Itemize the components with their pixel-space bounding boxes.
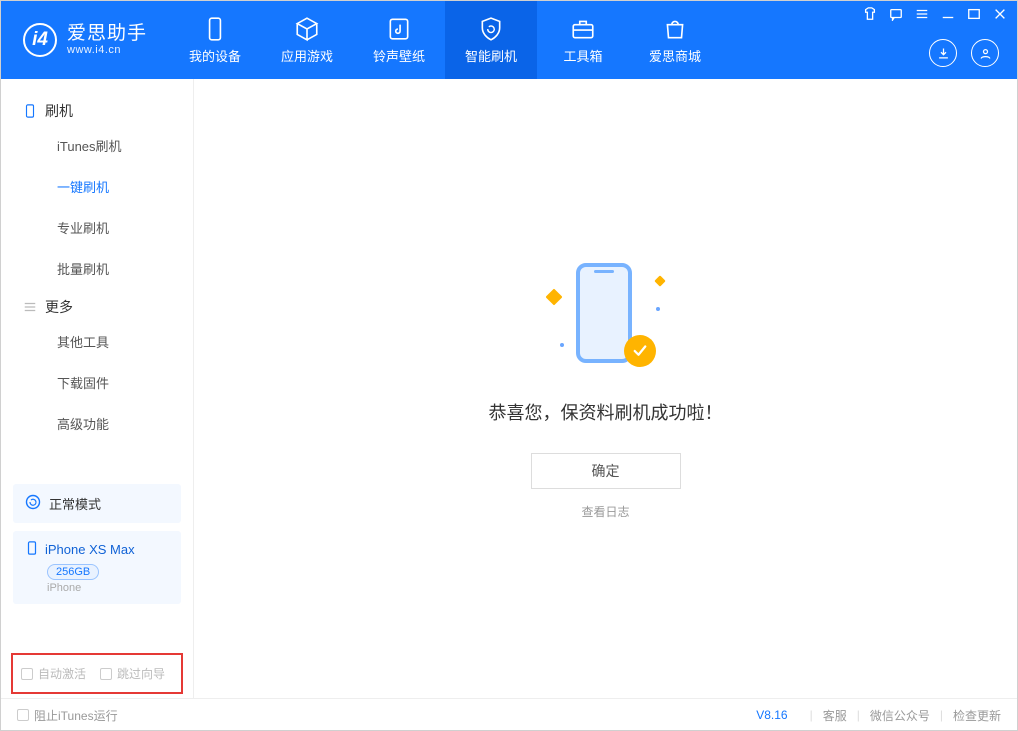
shield-refresh-icon (478, 16, 504, 42)
app-header: i4 爱思助手 www.i4.cn 我的设备 应用游戏 铃声壁纸 智能刷机 工具… (1, 1, 1017, 79)
app-name-en: www.i4.cn (67, 44, 147, 56)
nav-label: 工具箱 (564, 46, 603, 65)
checkbox-auto-activate[interactable]: 自动激活 (21, 665, 86, 682)
success-message: 恭喜您，保资料刷机成功啦！ (489, 399, 723, 425)
checkbox-skip-guide[interactable]: 跳过向导 (100, 665, 165, 682)
nav-flash[interactable]: 智能刷机 (445, 1, 537, 79)
app-body: 刷机 iTunes刷机 一键刷机 专业刷机 批量刷机 更多 其他工具 下载固件 … (1, 79, 1017, 698)
checkbox-icon (100, 668, 112, 680)
checkbox-label: 阻止iTunes运行 (34, 707, 118, 724)
nav-label: 我的设备 (189, 46, 241, 65)
cube-icon (294, 16, 320, 42)
ok-button[interactable]: 确定 (531, 453, 681, 489)
status-bar: 阻止iTunes运行 V8.16 | 客服 | 微信公众号 | 检查更新 (1, 698, 1017, 731)
close-icon[interactable] (993, 7, 1007, 21)
sidebar-item-other-tools[interactable]: 其他工具 (1, 321, 193, 362)
mode-label: 正常模式 (49, 494, 101, 513)
app-name-cn: 爱思助手 (67, 24, 147, 45)
view-log-link[interactable]: 查看日志 (581, 503, 629, 520)
sidebar-item-advanced[interactable]: 高级功能 (1, 403, 193, 444)
checkbox-label: 自动激活 (38, 665, 86, 682)
menu-icon[interactable] (915, 7, 929, 21)
device-type: iPhone (47, 582, 169, 594)
minimize-icon[interactable] (941, 7, 955, 21)
device-icon (23, 104, 37, 118)
music-icon (386, 16, 412, 42)
device-info[interactable]: iPhone XS Max 256GB iPhone (13, 531, 181, 604)
feedback-icon[interactable] (889, 7, 903, 21)
nav-apps[interactable]: 应用游戏 (261, 1, 353, 79)
sidebar-item-batch-flash[interactable]: 批量刷机 (1, 248, 193, 289)
checkbox-icon (21, 668, 33, 680)
nav-my-device[interactable]: 我的设备 (169, 1, 261, 79)
nav-label: 爱思商城 (649, 46, 701, 65)
phone-icon (202, 16, 228, 42)
checkbox-block-itunes[interactable]: 阻止iTunes运行 (17, 707, 118, 724)
success-illustration (546, 257, 666, 377)
maximize-icon[interactable] (967, 7, 981, 21)
phone-small-icon (25, 541, 39, 558)
footer-link-support[interactable]: 客服 (823, 707, 847, 724)
device-mode[interactable]: 正常模式 (13, 484, 181, 523)
device-name: iPhone XS Max (45, 542, 135, 557)
nav-toolbox[interactable]: 工具箱 (537, 1, 629, 79)
sidebar-group-more: 更多 (1, 289, 193, 321)
flash-options-highlight: 自动激活 跳过向导 (11, 653, 183, 694)
sidebar-item-itunes-flash[interactable]: iTunes刷机 (1, 125, 193, 166)
app-logo: i4 爱思助手 www.i4.cn (1, 23, 169, 57)
download-button[interactable] (929, 39, 957, 67)
bag-icon (662, 16, 688, 42)
user-button[interactable] (971, 39, 999, 67)
footer-link-wechat[interactable]: 微信公众号 (870, 707, 930, 724)
nav-label: 智能刷机 (465, 46, 517, 65)
sidebar-item-oneclick-flash[interactable]: 一键刷机 (1, 166, 193, 207)
sidebar-item-pro-flash[interactable]: 专业刷机 (1, 207, 193, 248)
window-controls (863, 7, 1007, 21)
nav-label: 铃声壁纸 (373, 46, 425, 65)
top-nav: 我的设备 应用游戏 铃声壁纸 智能刷机 工具箱 爱思商城 (169, 1, 721, 79)
briefcase-icon (570, 16, 596, 42)
list-icon (23, 300, 37, 314)
version-label: V8.16 (756, 708, 787, 722)
nav-label: 应用游戏 (281, 46, 333, 65)
header-actions (929, 39, 999, 67)
footer-link-update[interactable]: 检查更新 (953, 707, 1001, 724)
group-label: 更多 (45, 297, 73, 317)
logo-icon: i4 (23, 23, 57, 57)
skin-icon[interactable] (863, 7, 877, 21)
checkbox-icon (17, 709, 29, 721)
nav-ringtone[interactable]: 铃声壁纸 (353, 1, 445, 79)
checkmark-icon (624, 335, 656, 367)
main-content: 恭喜您，保资料刷机成功啦！ 确定 查看日志 (194, 79, 1017, 698)
device-capacity: 256GB (47, 564, 99, 580)
sidebar-item-download-fw[interactable]: 下载固件 (1, 362, 193, 403)
sidebar-group-flash: 刷机 (1, 93, 193, 125)
checkbox-label: 跳过向导 (117, 665, 165, 682)
refresh-icon (25, 494, 41, 513)
nav-store[interactable]: 爱思商城 (629, 1, 721, 79)
group-label: 刷机 (45, 101, 73, 121)
sidebar: 刷机 iTunes刷机 一键刷机 专业刷机 批量刷机 更多 其他工具 下载固件 … (1, 79, 194, 698)
